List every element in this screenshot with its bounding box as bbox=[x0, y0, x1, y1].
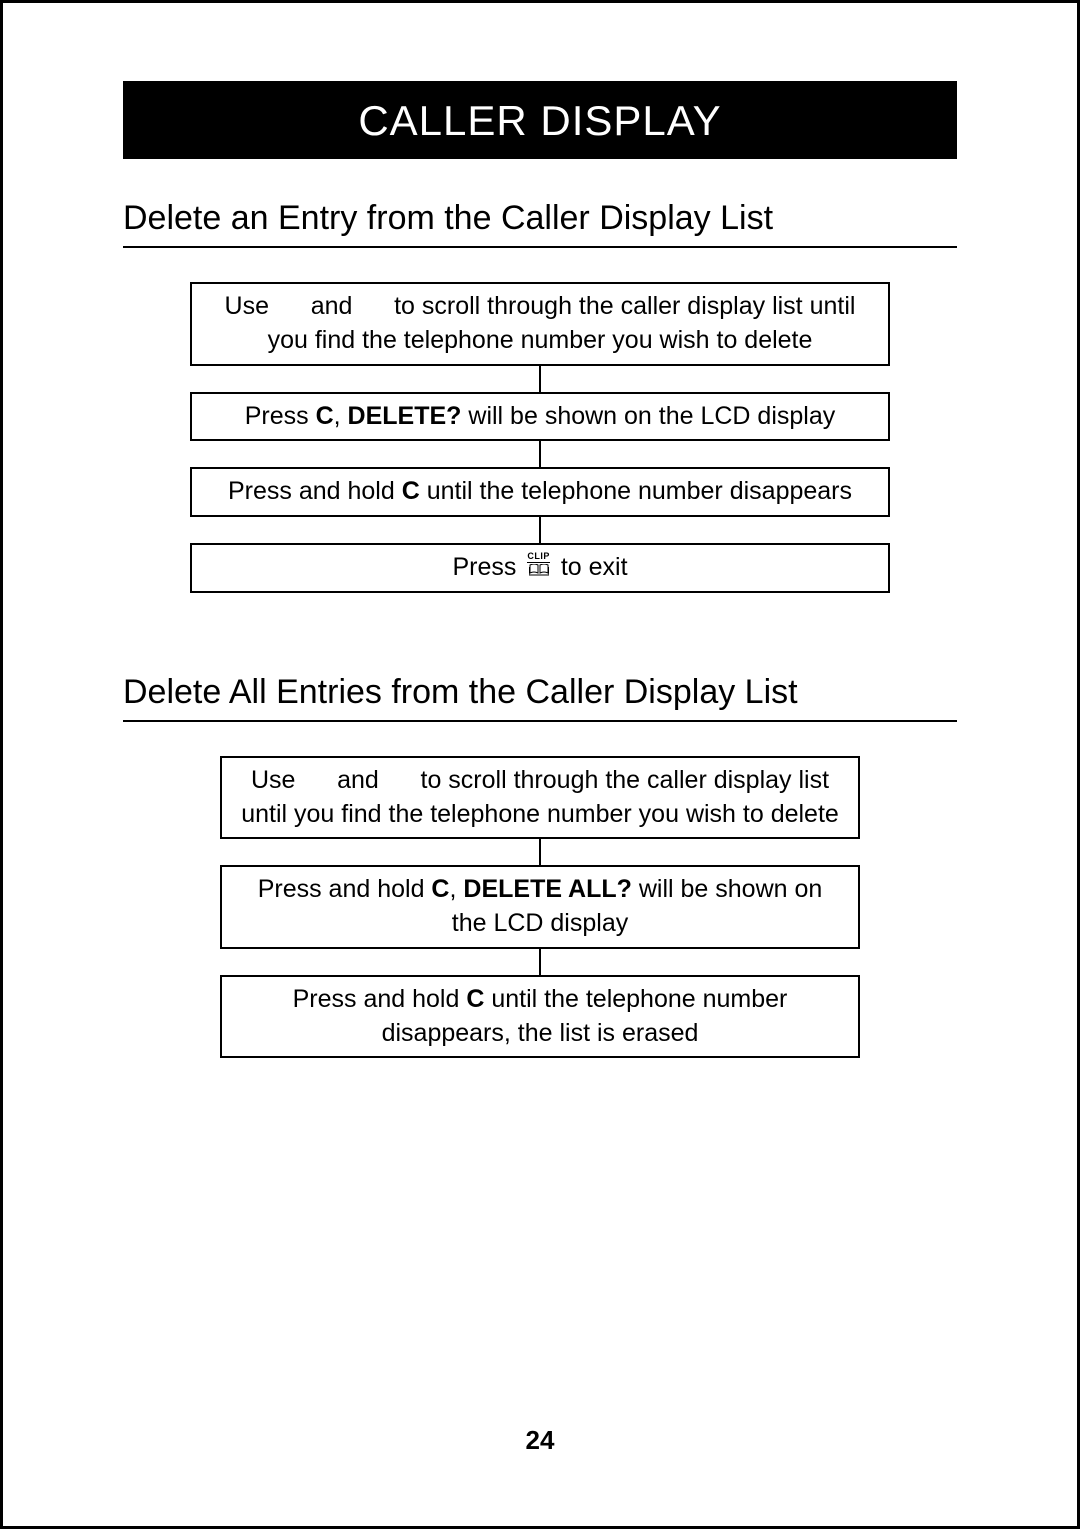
step-press-c-delete: Press C, DELETE? will be shown on the LC… bbox=[190, 392, 890, 442]
key-c: C bbox=[466, 985, 484, 1013]
step-scroll: Use and to scroll through the caller dis… bbox=[190, 282, 890, 366]
text: Press and hold bbox=[258, 875, 432, 903]
flow-connector bbox=[539, 441, 541, 467]
flowchart-delete-entry: Use and to scroll through the caller dis… bbox=[123, 282, 957, 593]
text: Use bbox=[225, 292, 276, 320]
clip-icon: CLIP bbox=[527, 552, 550, 580]
flow-connector bbox=[539, 839, 541, 865]
flowchart-delete-all: Use and to scroll through the caller dis… bbox=[123, 756, 957, 1059]
text: , bbox=[334, 402, 348, 430]
text: Press and hold bbox=[228, 477, 402, 505]
text: , bbox=[449, 875, 463, 903]
step-press-clip-exit: Press CLIP to exit bbox=[190, 543, 890, 593]
lcd-delete-prompt: DELETE? bbox=[348, 402, 462, 430]
book-icon bbox=[529, 564, 549, 580]
text: Press and hold bbox=[293, 985, 467, 1013]
page-title-banner: CALLER DISPLAY bbox=[123, 81, 957, 159]
gap bbox=[386, 766, 414, 794]
flow-connector bbox=[539, 949, 541, 975]
key-c: C bbox=[431, 875, 449, 903]
step-scroll: Use and to scroll through the caller dis… bbox=[220, 756, 860, 840]
step-hold-c: Press and hold C until the telephone num… bbox=[190, 467, 890, 517]
section-heading-delete-entry: Delete an Entry from the Caller Display … bbox=[123, 199, 957, 248]
section-heading-delete-all: Delete All Entries from the Caller Displ… bbox=[123, 673, 957, 722]
text: Press bbox=[245, 402, 316, 430]
gap bbox=[276, 292, 304, 320]
text: and bbox=[304, 292, 360, 320]
step-hold-c-delete-all: Press and hold C, DELETE ALL? will be sh… bbox=[220, 865, 860, 949]
lcd-delete-all-prompt: DELETE ALL? bbox=[463, 875, 632, 903]
flow-connector bbox=[539, 366, 541, 392]
step-hold-c-erase: Press and hold C until the telephone num… bbox=[220, 975, 860, 1059]
clip-icon-label: CLIP bbox=[527, 552, 550, 563]
text: Press bbox=[452, 553, 523, 581]
manual-page: CALLER DISPLAY Delete an Entry from the … bbox=[0, 0, 1080, 1529]
gap bbox=[302, 766, 330, 794]
page-number: 24 bbox=[3, 1425, 1077, 1456]
text: will be shown on the LCD display bbox=[461, 402, 835, 430]
flow-connector bbox=[539, 517, 541, 543]
text: Use bbox=[251, 766, 302, 794]
text: and bbox=[330, 766, 386, 794]
text: until the telephone number disappears bbox=[420, 477, 852, 505]
key-c: C bbox=[316, 402, 334, 430]
gap bbox=[359, 292, 387, 320]
key-c: C bbox=[402, 477, 420, 505]
text: to exit bbox=[561, 553, 628, 581]
